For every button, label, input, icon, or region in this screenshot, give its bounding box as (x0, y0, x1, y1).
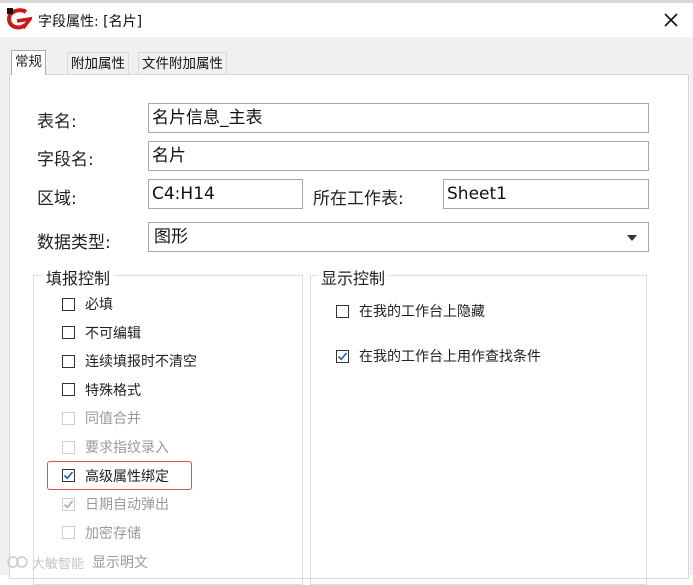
checkbox (62, 411, 75, 425)
sheet-field[interactable]: Sheet1 (443, 179, 649, 209)
field-name-label: 字段名: (37, 150, 94, 170)
dropdown-arrow-icon[interactable] (627, 235, 637, 241)
fill-item-row[interactable]: 连续填报时不清空 (62, 351, 197, 371)
data-type-selected-value: 图形 (154, 227, 188, 247)
fill-item-label: 不可编辑 (85, 325, 141, 342)
watermark-logo-icon (7, 556, 28, 568)
fill-control-title: 填报控制 (42, 265, 115, 289)
close-button[interactable] (652, 3, 690, 37)
fill-item-label: 加密存储 (85, 525, 141, 542)
fill-item-row[interactable]: 必填 (62, 294, 113, 314)
display-item-label: 在我的工作台上用作查找条件 (359, 349, 541, 365)
checkbox[interactable] (336, 304, 349, 318)
app-logo-icon (6, 7, 35, 33)
table-name-label: 表名: (37, 112, 77, 132)
data-type-label: 数据类型: (37, 233, 111, 253)
checkbox[interactable] (62, 297, 75, 311)
fill-item-row[interactable]: 不可编辑 (62, 323, 141, 343)
fill-item-label: 要求指纹录入 (85, 440, 169, 456)
highlight-box (47, 461, 192, 490)
checkbox[interactable] (62, 354, 75, 368)
display-control-title: 显示控制 (317, 265, 390, 289)
dialog-client: 常规 附加属性 文件附加属性 表名: 名片信息_主表 字段名: 名片 区域: C… (0, 37, 693, 585)
table-name-field[interactable]: 名片信息_主表 (148, 103, 649, 133)
checkbox[interactable] (62, 326, 75, 340)
fill-item-row: 同值合并 (62, 408, 141, 428)
checkbox (62, 526, 75, 540)
checkbox (62, 497, 75, 511)
data-type-select[interactable]: 图形 (148, 222, 649, 252)
display-control-group: 显示控制 (310, 265, 647, 585)
fill-item-row: 日期自动弹出 (62, 494, 169, 514)
field-name-field[interactable]: 名片 (148, 141, 649, 171)
close-icon[interactable] (664, 13, 678, 27)
display-item-row[interactable]: 在我的工作台上隐藏 (336, 301, 485, 321)
region-label: 区域: (37, 189, 77, 209)
watermark: 大敏智能 显示明文 (6, 552, 148, 572)
tab-general[interactable]: 常规 (11, 50, 46, 75)
tab-file-extra-attributes[interactable]: 文件附加属性 (138, 52, 227, 74)
tab-extra-attributes[interactable]: 附加属性 (67, 52, 129, 74)
display-item-label: 在我的工作台上隐藏 (359, 304, 485, 320)
fill-item-label: 特殊格式 (85, 382, 141, 399)
fill-item-row: 加密存储 (62, 523, 141, 543)
fill-item-label: 连续填报时不清空 (85, 354, 197, 371)
fill-item-show-plaintext-label: 显示明文 (92, 555, 149, 571)
display-item-row[interactable]: 在我的工作台上用作查找条件 (336, 346, 541, 366)
region-field[interactable]: C4:H14 (148, 179, 303, 209)
checkbox (62, 440, 75, 454)
title-bar: 字段属性: [名片] (0, 3, 693, 37)
watermark-text: 大敏智能 (32, 556, 85, 572)
checkbox[interactable] (336, 349, 349, 363)
window-title: 字段属性: [名片] (38, 14, 143, 30)
checkbox[interactable] (62, 383, 75, 397)
sheet-label: 所在工作表: (313, 189, 404, 209)
fill-item-label: 同值合并 (85, 411, 141, 428)
fill-item-label: 必填 (85, 297, 113, 313)
fill-item-label: 日期自动弹出 (85, 497, 169, 514)
fill-item-row[interactable]: 特殊格式 (62, 380, 141, 400)
fill-item-row: 要求指纹录入 (62, 437, 169, 457)
